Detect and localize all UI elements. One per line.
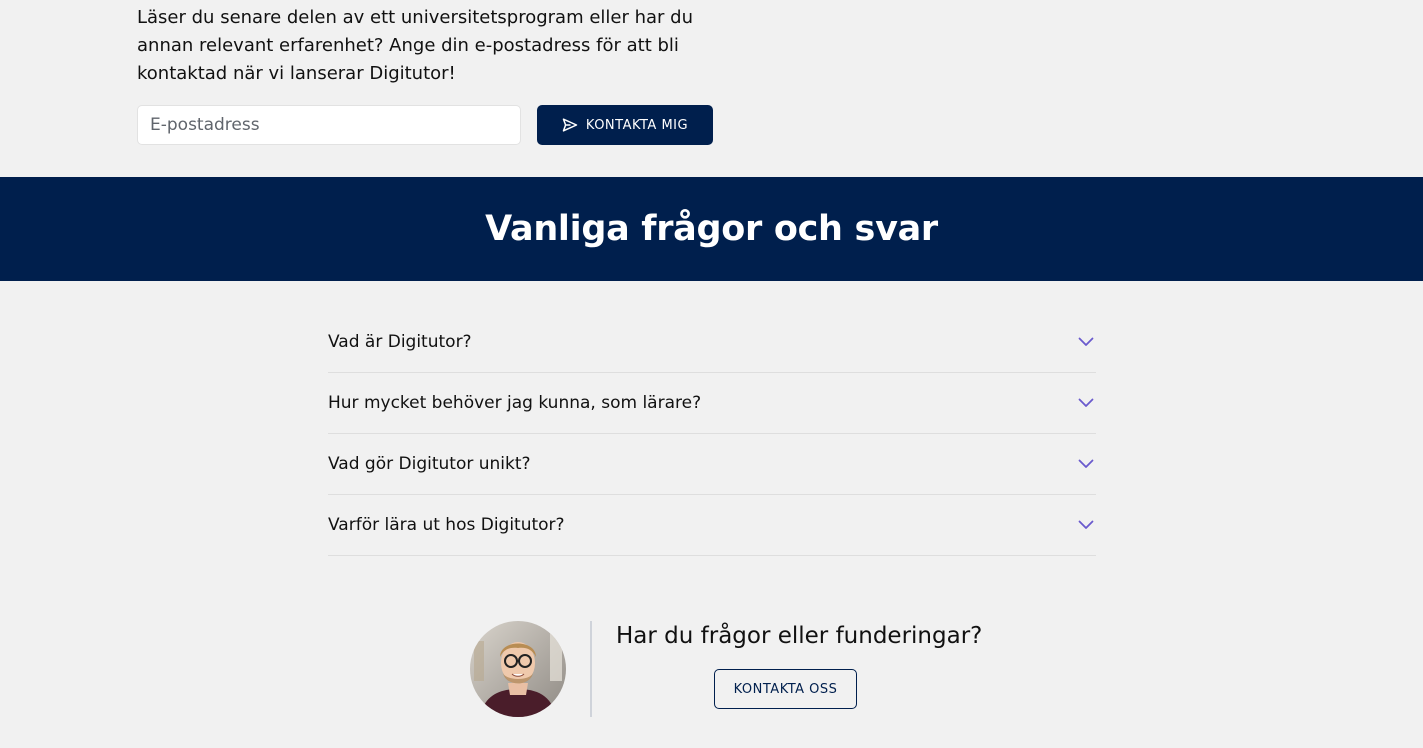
- signup-intro-text: Läser du senare delen av ett universitet…: [137, 7, 694, 84]
- faq-item[interactable]: Varför lära ut hos Digitutor?: [328, 495, 1096, 556]
- contact-us-button[interactable]: KONTAKTA OSS: [714, 669, 857, 709]
- chevron-down-icon: [1078, 398, 1094, 408]
- faq-question: Vad är Digitutor?: [328, 332, 472, 352]
- chevron-down-icon: [1078, 520, 1094, 530]
- signup-section: Läser du senare delen av ett universitet…: [137, 0, 737, 145]
- faq-item[interactable]: Vad är Digitutor?: [328, 312, 1096, 373]
- email-input[interactable]: [137, 105, 521, 145]
- contact-me-button[interactable]: KONTAKTA MIG: [537, 105, 713, 145]
- signup-form: KONTAKTA MIG: [137, 105, 713, 145]
- send-icon: [562, 118, 578, 132]
- chevron-down-icon: [1078, 337, 1094, 347]
- avatar: [470, 621, 566, 717]
- contact-question: Har du frågor eller funderingar?: [616, 623, 983, 649]
- faq-question: Varför lära ut hos Digitutor?: [328, 515, 565, 535]
- contact-divider: [590, 621, 592, 717]
- faq-question: Vad gör Digitutor unikt?: [328, 454, 531, 474]
- faq-banner: Vanliga frågor och svar: [0, 177, 1423, 281]
- contact-me-label: KONTAKTA MIG: [585, 117, 689, 133]
- faq-item[interactable]: Vad gör Digitutor unikt?: [328, 434, 1096, 495]
- faq-list: Vad är Digitutor? Hur mycket behöver jag…: [328, 312, 1096, 556]
- faq-title: Vanliga frågor och svar: [485, 209, 938, 249]
- chevron-down-icon: [1078, 459, 1094, 469]
- contact-section: Har du frågor eller funderingar? KONTAKT…: [470, 621, 1070, 721]
- faq-item[interactable]: Hur mycket behöver jag kunna, som lärare…: [328, 373, 1096, 434]
- faq-question: Hur mycket behöver jag kunna, som lärare…: [328, 393, 702, 413]
